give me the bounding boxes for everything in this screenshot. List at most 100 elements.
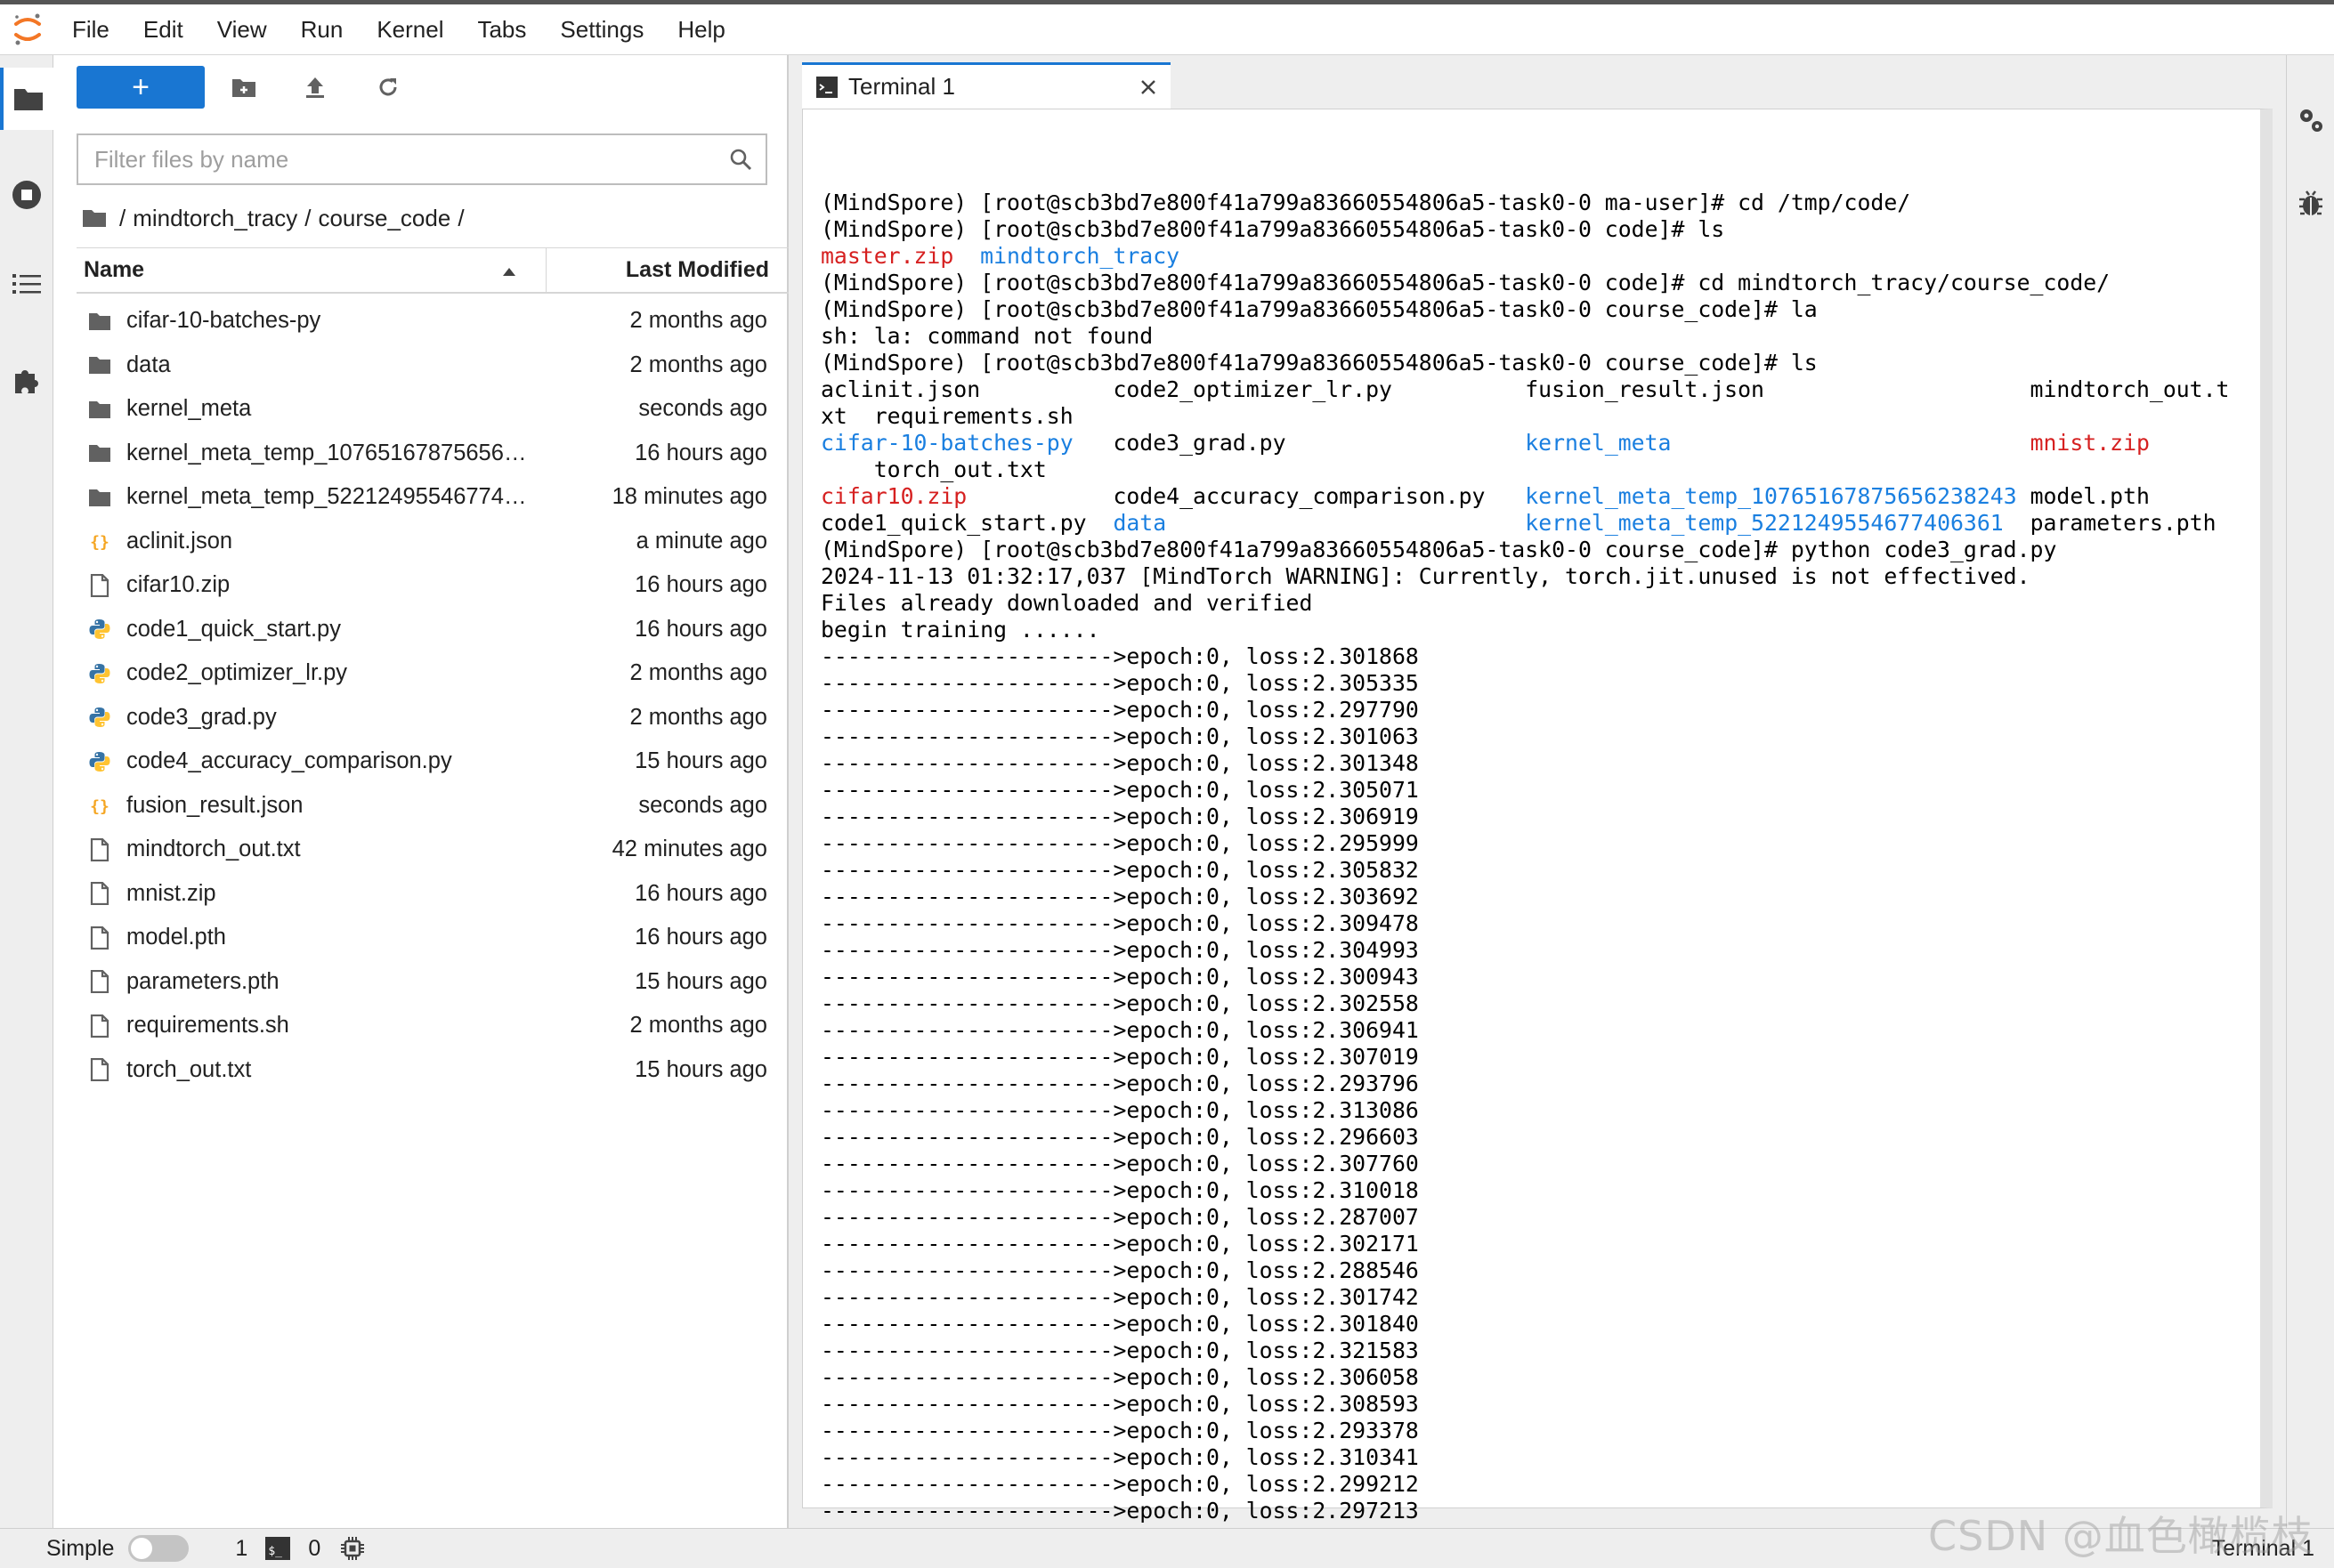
- file-row[interactable]: torch_out.txt 15 hours ago: [77, 1048, 767, 1093]
- debugger-icon[interactable]: [2287, 173, 2334, 235]
- search-icon[interactable]: [716, 148, 766, 171]
- property-inspector-icon[interactable]: [2287, 89, 2334, 151]
- jupyter-logo-icon: [0, 4, 55, 54]
- cpu-icon[interactable]: [340, 1536, 365, 1561]
- file-row[interactable]: code3_grad.py 2 months ago: [77, 696, 767, 740]
- extension-manager-icon[interactable]: [0, 349, 53, 411]
- python-icon: [80, 608, 119, 651]
- folder-icon: [80, 387, 119, 431]
- terminal-count[interactable]: 0: [308, 1536, 320, 1562]
- file-row[interactable]: kernel_meta_temp_10765167875656238243 16 …: [77, 432, 767, 476]
- terminal-segment: model.pth: [2016, 483, 2150, 509]
- last-modified-column-header[interactable]: Last Modified: [547, 257, 769, 283]
- refresh-button[interactable]: [370, 69, 406, 105]
- terminal-segment: mindtorch_tracy: [980, 243, 1180, 269]
- terminal-line: cifar-10-batches-py code3_grad.py kernel…: [821, 430, 2245, 457]
- file-name: code4_accuracy_comparison.py: [126, 748, 452, 774]
- file-row[interactable]: {} fusion_result.json seconds ago: [77, 784, 767, 828]
- file-row[interactable]: code4_accuracy_comparison.py 15 hours ago: [77, 740, 767, 784]
- terminal-line: begin training ......: [821, 617, 1100, 643]
- file-row[interactable]: parameters.pth 15 hours ago: [77, 960, 767, 1005]
- file-row[interactable]: kernel_meta seconds ago: [77, 387, 767, 432]
- file-icon: [80, 828, 119, 871]
- terminal-line: (MindSpore) [root@scb3bd7e800f41a799a836…: [821, 270, 2111, 295]
- tab-terminal-1[interactable]: Terminal 1: [802, 62, 1171, 109]
- name-column-label: Name: [84, 257, 145, 282]
- kernel-count[interactable]: 1: [235, 1536, 247, 1562]
- name-column-header[interactable]: Name: [77, 248, 547, 292]
- terminal-line: ---------------------->epoch:0, loss:2.3…: [821, 990, 1419, 1016]
- terminal-segment: code3_grad.py: [1073, 430, 1526, 456]
- new-launcher-button[interactable]: +: [77, 66, 205, 109]
- terminal-line: ---------------------->epoch:0, loss:2.3…: [821, 1444, 1419, 1470]
- file-last-modified: 15 hours ago: [635, 1056, 767, 1082]
- terminal-line: ---------------------->epoch:0, loss:2.2…: [821, 1257, 1419, 1283]
- new-folder-button[interactable]: [226, 69, 262, 105]
- file-browser-tab-icon[interactable]: [0, 68, 53, 130]
- file-name: data: [126, 352, 171, 377]
- menu-edit[interactable]: Edit: [126, 16, 200, 44]
- menu-help[interactable]: Help: [660, 16, 742, 44]
- plus-icon: +: [132, 70, 150, 104]
- file-last-modified: 16 hours ago: [635, 616, 767, 642]
- filter-files-input[interactable]: [78, 135, 716, 183]
- file-browser-toolbar: +: [53, 55, 789, 123]
- file-last-modified: a minute ago: [636, 528, 767, 554]
- file-row[interactable]: mindtorch_out.txt 42 minutes ago: [77, 828, 767, 872]
- menu-run[interactable]: Run: [284, 16, 361, 44]
- file-row[interactable]: code1_quick_start.py 16 hours ago: [77, 608, 767, 652]
- home-folder-icon[interactable]: [82, 208, 107, 228]
- terminal-segment: [1166, 510, 1525, 536]
- main-dock-area: Terminal 1 (MindSpore) [root@scb3bd7e800…: [789, 55, 2286, 1550]
- upload-icon: [306, 77, 324, 98]
- file-row[interactable]: data 2 months ago: [77, 344, 767, 388]
- file-row[interactable]: model.pth 16 hours ago: [77, 916, 767, 960]
- terminal-line: xt requirements.sh: [821, 403, 1074, 429]
- file-icon: [80, 563, 119, 607]
- file-row[interactable]: cifar10.zip 16 hours ago: [77, 563, 767, 608]
- breadcrumb-separator: /: [304, 204, 312, 231]
- close-tab-icon[interactable]: [1126, 78, 1171, 96]
- file-last-modified: 2 months ago: [629, 1013, 767, 1039]
- file-last-modified: seconds ago: [638, 792, 767, 818]
- terminal-text: (MindSpore) [root@scb3bd7e800f41a799a836…: [821, 190, 2245, 1551]
- terminal-segment: [1671, 430, 2030, 456]
- terminal-line: ---------------------->epoch:0, loss:2.2…: [821, 1124, 1419, 1150]
- right-sidebar: [2286, 55, 2334, 1528]
- menu-kernel[interactable]: Kernel: [360, 16, 460, 44]
- file-name: aclinit.json: [126, 528, 233, 554]
- terminal-line: ---------------------->epoch:0, loss:2.3…: [821, 1097, 1419, 1123]
- table-of-contents-icon[interactable]: [0, 253, 53, 315]
- upload-button[interactable]: [297, 69, 333, 105]
- terminal-panel[interactable]: (MindSpore) [root@scb3bd7e800f41a799a836…: [802, 109, 2273, 1550]
- left-activity-bar: [0, 55, 53, 1528]
- file-last-modified: 2 months ago: [629, 704, 767, 730]
- running-sessions-icon[interactable]: [0, 164, 53, 226]
- terminal-output[interactable]: (MindSpore) [root@scb3bd7e800f41a799a836…: [821, 190, 2245, 1551]
- file-row[interactable]: code2_optimizer_lr.py 2 months ago: [77, 651, 767, 696]
- file-row[interactable]: mnist.zip 16 hours ago: [77, 872, 767, 917]
- simple-mode-toggle[interactable]: [128, 1535, 190, 1562]
- menu-settings[interactable]: Settings: [543, 16, 660, 44]
- file-row[interactable]: kernel_meta_temp_5221249554677406361 18 m…: [77, 475, 767, 520]
- terminal-line: ---------------------->epoch:0, loss:2.3…: [821, 1311, 1419, 1337]
- terminal-line: (MindSpore) [root@scb3bd7e800f41a799a836…: [821, 216, 1725, 242]
- file-row[interactable]: cifar-10-batches-py 2 months ago: [77, 299, 767, 344]
- python-icon: [80, 696, 119, 740]
- terminal-line: ---------------------->epoch:0, loss:2.3…: [821, 884, 1419, 909]
- folder-icon: [80, 432, 119, 475]
- file-name: fusion_result.json: [126, 792, 304, 818]
- breadcrumb-item[interactable]: mindtorch_tracy: [133, 205, 297, 232]
- file-name: model.pth: [126, 925, 226, 950]
- terminal-line: ---------------------->epoch:0, loss:2.3…: [821, 1177, 1419, 1203]
- terminal-line: ---------------------->epoch:0, loss:2.3…: [821, 1017, 1419, 1043]
- file-row[interactable]: requirements.sh 2 months ago: [77, 1004, 767, 1048]
- breadcrumb-item[interactable]: course_code: [318, 205, 450, 232]
- status-right: Terminal 1: [2212, 1529, 2314, 1568]
- terminal-segment: code4_accuracy_comparison.py: [967, 483, 1526, 509]
- menu-file[interactable]: File: [55, 16, 126, 44]
- menu-tabs[interactable]: Tabs: [460, 16, 543, 44]
- menu-view[interactable]: View: [200, 16, 284, 44]
- file-row[interactable]: {} aclinit.json a minute ago: [77, 520, 767, 564]
- svg-text:{}: {}: [90, 533, 109, 552]
